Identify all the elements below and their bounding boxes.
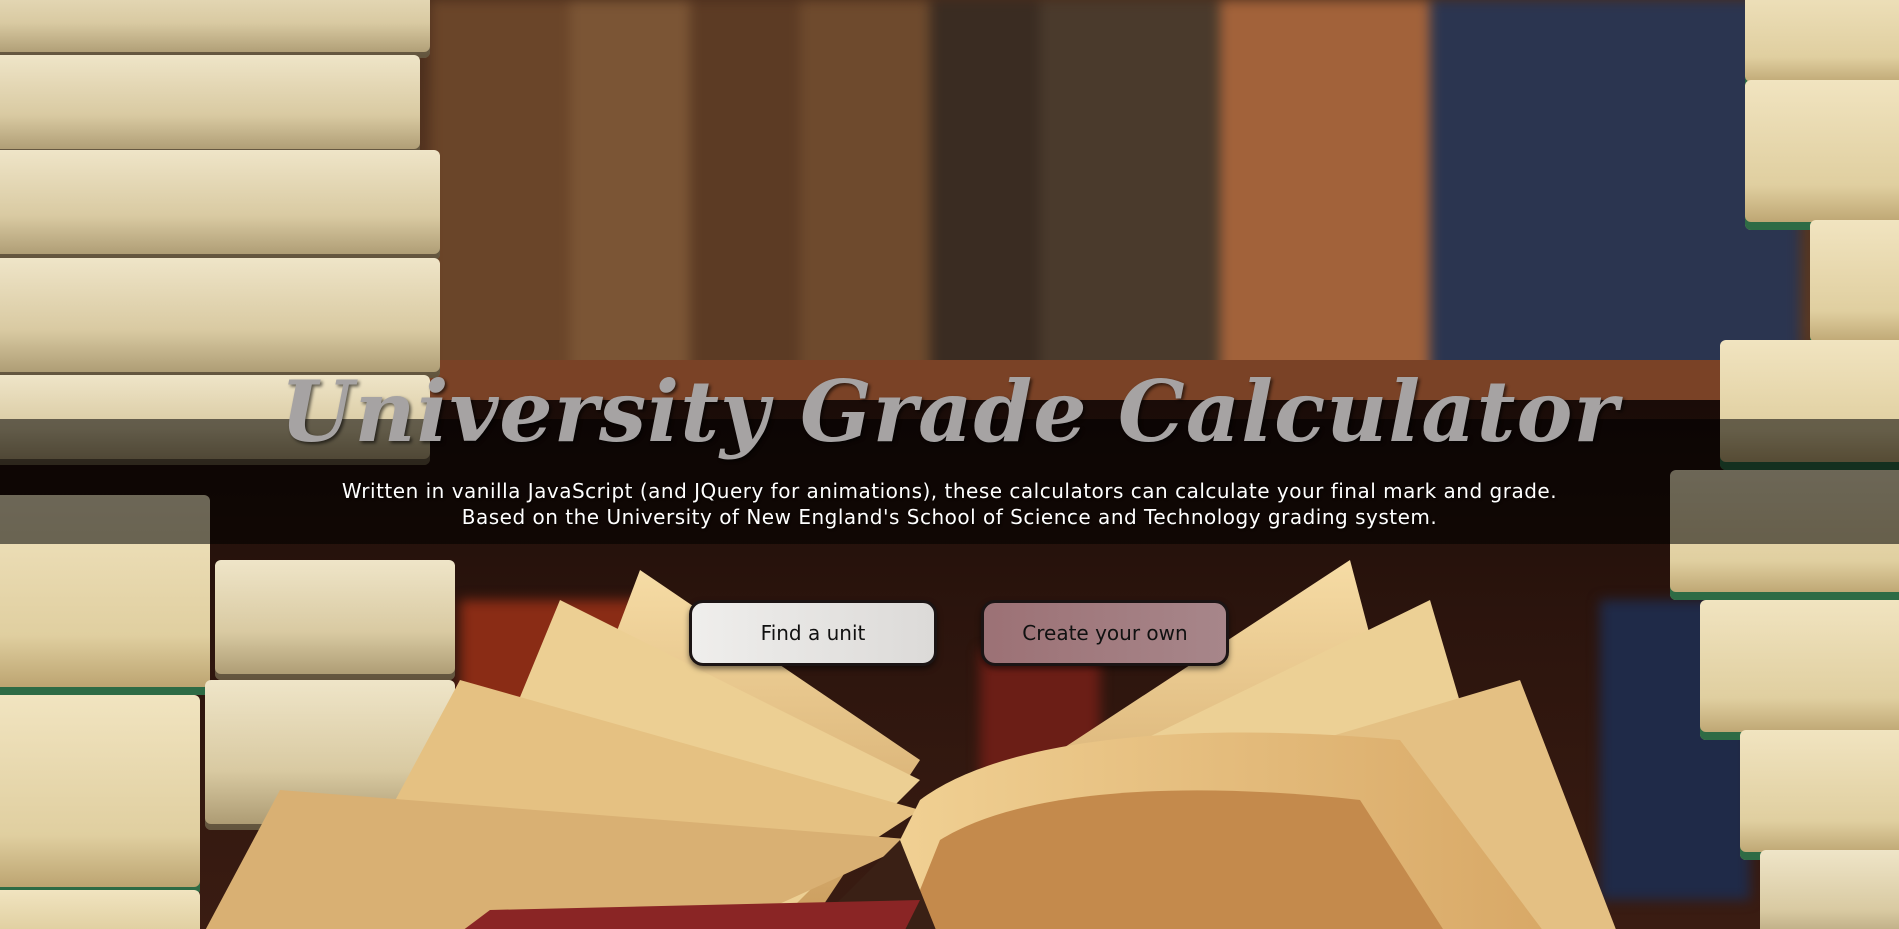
background-red-book (460, 600, 660, 800)
description-line-1: Written in vanilla JavaScript (and JQuer… (341, 479, 1558, 503)
find-unit-button[interactable]: Find a unit (689, 600, 937, 666)
create-your-own-button[interactable]: Create your own (981, 600, 1229, 666)
hero-section: University Grade Calculator Written in v… (0, 0, 1899, 929)
hero-description: Written in vanilla JavaScript (and JQuer… (0, 478, 1899, 530)
background-red-book (980, 650, 1100, 830)
page-title: University Grade Calculator (280, 362, 1619, 461)
description-line-2: Based on the University of New England's… (461, 505, 1438, 529)
